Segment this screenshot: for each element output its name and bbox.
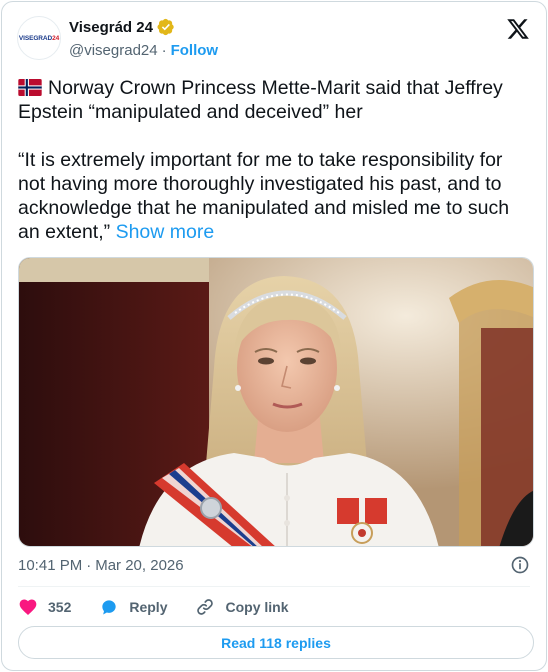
heart-icon <box>19 599 37 615</box>
copy-link-label: Copy link <box>225 599 289 615</box>
avatar-logo-text: VISEGRAD24 <box>18 34 60 42</box>
follow-button[interactable]: Follow <box>171 42 219 59</box>
author-handle[interactable]: @visegrad24 <box>69 42 158 59</box>
tweet-card: VISEGRAD24 Visegrád 24 @visegrad24 · Fol… <box>1 1 547 671</box>
tweet-actions: 352 Reply Copy link <box>18 596 317 618</box>
norway-flag-icon <box>18 79 42 96</box>
verified-badge-icon <box>157 18 174 36</box>
x-logo-icon[interactable] <box>506 17 530 41</box>
link-icon <box>197 599 214 615</box>
reply-label: Reply <box>129 599 168 615</box>
princess-photo-image <box>19 258 533 546</box>
tweet-date: Mar 20, 2026 <box>95 557 184 574</box>
tweet-photo[interactable] <box>18 257 534 547</box>
reply-bubble-icon <box>102 600 117 615</box>
author-handle-row: @visegrad24 · Follow <box>69 42 218 59</box>
author-name[interactable]: Visegrád 24 <box>69 19 153 36</box>
tweet-headline: Norway Crown Princess Mette-Marit said t… <box>18 77 503 123</box>
divider <box>18 586 530 587</box>
show-more-link[interactable]: Show more <box>116 221 215 243</box>
like-button[interactable]: 352 <box>18 597 71 617</box>
info-icon[interactable] <box>510 555 530 575</box>
avatar[interactable]: VISEGRAD24 <box>17 16 61 60</box>
tweet-time: 10:41 PM <box>18 557 83 574</box>
tweet-text: Norway Crown Princess Mette-Marit said t… <box>18 76 532 244</box>
author-name-row: Visegrád 24 <box>69 18 175 36</box>
copy-link-button[interactable]: Copy link <box>195 597 289 617</box>
tweet-timestamp[interactable]: 10:41 PM · Mar 20, 2026 <box>18 557 184 574</box>
read-replies-button[interactable]: Read 118 replies <box>18 626 534 659</box>
handle-separator: · <box>161 42 167 59</box>
like-count: 352 <box>48 599 72 615</box>
tweet-quote: “It is extremely important for me to tak… <box>18 149 510 243</box>
timestamp-separator: · <box>86 557 92 574</box>
reply-button[interactable]: Reply <box>99 597 167 617</box>
